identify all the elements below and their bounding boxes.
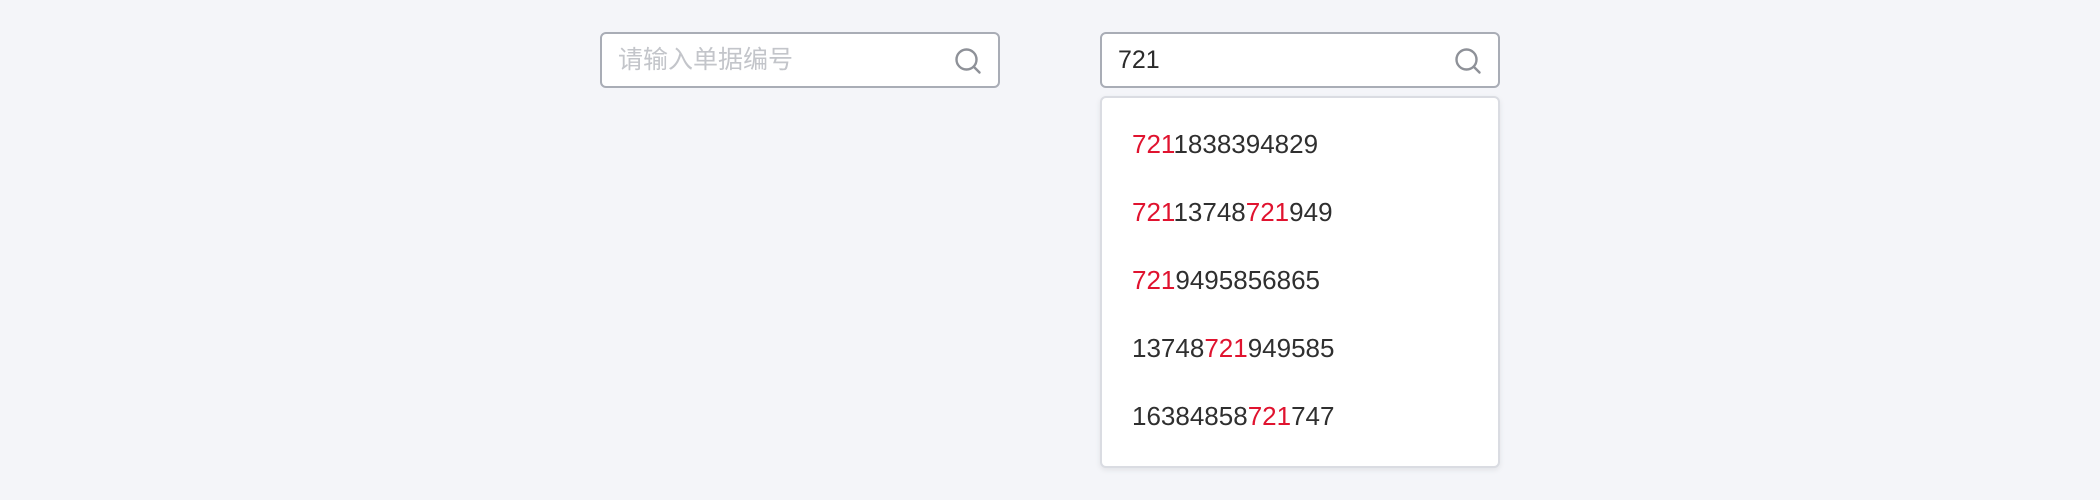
document-number-input-active[interactable] [1118,34,1438,86]
search-icon[interactable] [954,47,982,75]
suggestion-item[interactable]: 72113748721949 [1102,178,1498,246]
document-number-input[interactable] [618,34,938,86]
match-highlight: 721 [1132,197,1174,227]
search-icon[interactable] [1454,47,1482,75]
match-highlight: 721 [1204,333,1248,363]
search-box-active[interactable] [1100,32,1500,88]
suggestion-item[interactable]: 13748721949585 [1102,314,1498,382]
match-highlight: 721 [1245,197,1290,227]
match-highlight: 721 [1132,265,1176,295]
match-highlight: 721 [1247,401,1292,431]
suggestion-item[interactable]: 16384858721747 [1102,382,1498,450]
suggestion-dropdown: 7211838394829 72113748721949 7219495856865… [1100,96,1500,468]
match-highlight: 721 [1132,129,1174,159]
suggestion-item[interactable]: 7211838394829 [1102,110,1498,178]
suggestion-item[interactable]: 7219495856865 [1102,246,1498,314]
search-box-empty[interactable] [600,32,1000,88]
